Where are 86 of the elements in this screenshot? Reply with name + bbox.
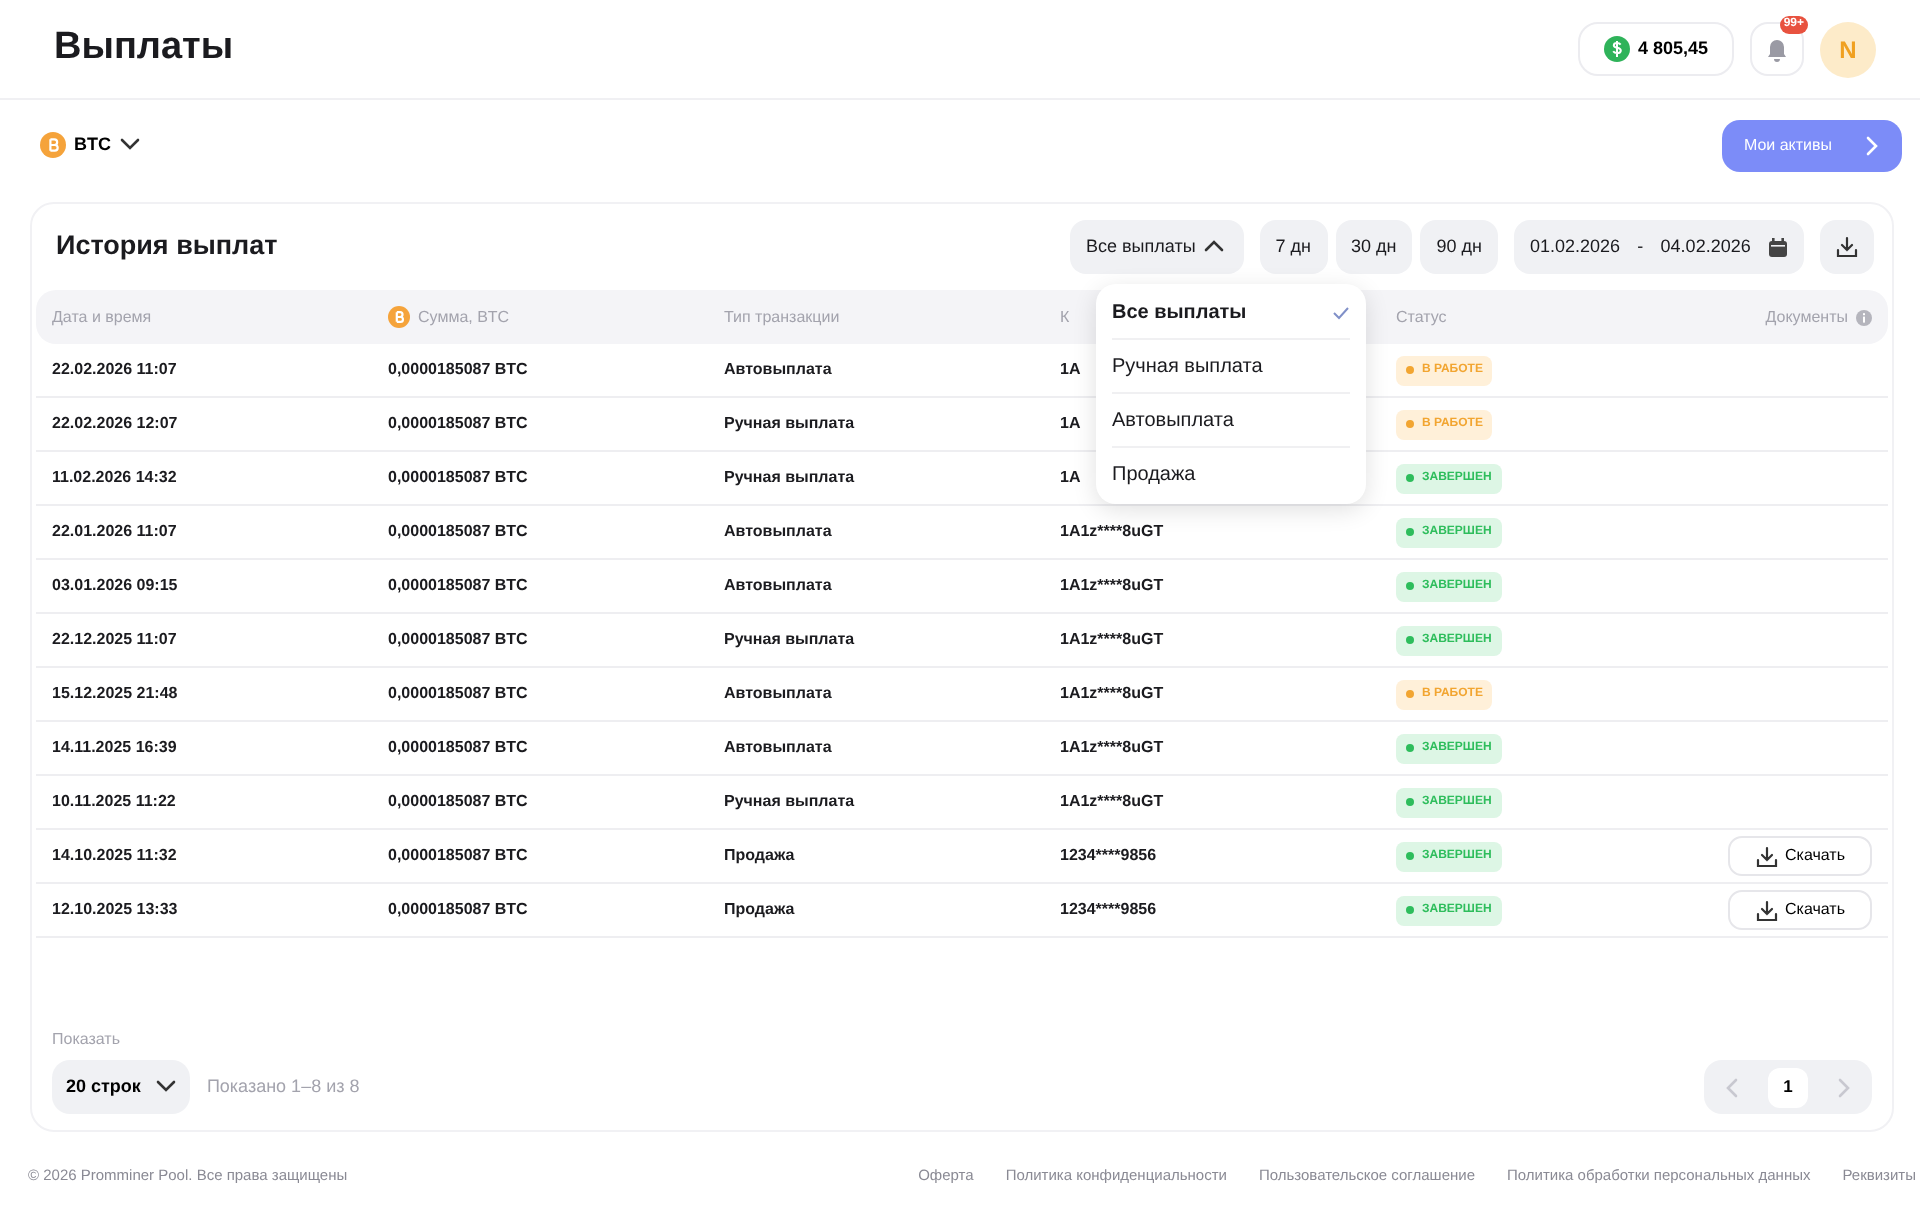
column-header: Тип транзакции xyxy=(724,305,840,329)
chevron-down-icon xyxy=(156,1077,177,1097)
table-cell: 0,0000185087 BTC xyxy=(388,522,528,540)
bitcoin-icon xyxy=(388,306,410,328)
table-cell: Автовыплата xyxy=(724,684,832,702)
currency-select[interactable]: BTC xyxy=(40,131,139,159)
column-header: К xyxy=(1060,305,1070,329)
column-header: Статус xyxy=(1396,305,1447,329)
calendar-icon xyxy=(1767,237,1788,257)
table-cell: 15.12.2025 21:48 xyxy=(52,684,178,702)
balance-button[interactable]: 4 805,45 xyxy=(1577,22,1734,76)
table-cell: 1A1z****8uGT xyxy=(1060,738,1164,756)
section-title: История выплат xyxy=(56,228,278,265)
period-button[interactable]: 7 дн xyxy=(1259,220,1328,274)
bell-icon xyxy=(1766,37,1788,61)
table-cell: Автовыплата xyxy=(724,738,832,756)
rows-summary: Показано 1–8 из 8 xyxy=(206,1073,360,1100)
period-button[interactable]: 90 дн xyxy=(1420,220,1498,274)
rows-select[interactable]: 20 строк xyxy=(52,1060,191,1114)
table-cell: Автовыплата xyxy=(724,576,832,594)
table-cell: 22.01.2026 11:07 xyxy=(52,522,177,540)
table-cell: Ручная выплата xyxy=(724,468,855,486)
table-cell: Автовыплата xyxy=(724,522,832,540)
table-cell: 11.02.2026 14:32 xyxy=(52,468,177,486)
chevron-right-icon xyxy=(1864,135,1881,155)
table-cell: 0,0000185087 BTC xyxy=(388,738,528,756)
table-cell: Ручная выплата xyxy=(724,414,855,432)
column-header: Дата и время xyxy=(52,305,152,329)
period-button[interactable]: 30 дн xyxy=(1335,220,1413,274)
bitcoin-icon xyxy=(40,132,66,158)
table-cell: 22.12.2025 11:07 xyxy=(52,630,177,648)
dropdown-item[interactable]: Продажа xyxy=(1112,448,1350,502)
table-cell: 1234****9856 xyxy=(1060,900,1157,918)
table-cell: 22.02.2026 11:07 xyxy=(52,360,177,378)
table-cell: 22.02.2026 12:07 xyxy=(52,414,178,432)
filter-dropdown[interactable]: Все выплаты xyxy=(1070,220,1244,274)
page-button[interactable]: 1 xyxy=(1768,1067,1808,1107)
dropdown-item[interactable]: Все выплаты xyxy=(1112,286,1350,340)
column-header: Сумма, BTC xyxy=(418,305,510,329)
info-icon xyxy=(1856,309,1872,325)
table-cell: 0,0000185087 BTC xyxy=(388,360,528,378)
check-icon xyxy=(1332,305,1350,319)
chevron-left-icon xyxy=(1724,1077,1740,1097)
dropdown-item[interactable]: Ручная выплата xyxy=(1112,340,1350,394)
table-cell: Ручная выплата xyxy=(724,630,855,648)
table-cell: 1A1z****8uGT xyxy=(1060,576,1164,594)
download-icon xyxy=(1755,899,1777,921)
table-cell: 1A xyxy=(1060,468,1081,486)
table-cell: 0,0000185087 BTC xyxy=(388,414,528,432)
table-cell: Продажа xyxy=(724,846,795,864)
download-button[interactable]: Скачать xyxy=(1728,890,1872,930)
table-cell: 12.10.2025 13:33 xyxy=(52,900,178,918)
download-button[interactable]: Скачать xyxy=(1728,836,1872,876)
table-cell: 0,0000185087 BTC xyxy=(388,846,528,864)
dollar-icon xyxy=(1603,36,1630,62)
chevron-down-icon xyxy=(119,135,139,155)
table-cell: 1A1z****8uGT xyxy=(1060,630,1164,648)
table-cell: 1A1z****8uGT xyxy=(1060,522,1164,540)
table-cell: Ручная выплата xyxy=(724,792,855,810)
table-cell: 0,0000185087 BTC xyxy=(388,630,528,648)
table-cell: 1A xyxy=(1060,414,1081,432)
table-cell: 10.11.2025 11:22 xyxy=(52,792,176,810)
table-cell: 03.01.2026 09:15 xyxy=(52,576,178,594)
chevron-right-icon xyxy=(1836,1077,1852,1097)
download-icon xyxy=(1755,845,1777,867)
table-cell: 0,0000185087 BTC xyxy=(388,900,528,918)
dropdown-item[interactable]: Автовыплата xyxy=(1112,394,1350,448)
table-cell: 1A1z****8uGT xyxy=(1060,684,1164,702)
table-cell: 0,0000185087 BTC xyxy=(388,576,528,594)
table-cell: 0,0000185087 BTC xyxy=(388,468,528,486)
table-cell: 14.10.2025 11:32 xyxy=(52,846,177,864)
download-icon xyxy=(1836,236,1858,258)
table-cell: 1A xyxy=(1060,360,1081,378)
chevron-up-icon xyxy=(1203,237,1224,257)
field-label: Показать xyxy=(52,1028,123,1052)
table-cell: 0,0000185087 BTC xyxy=(388,684,528,702)
table-cell: Продажа xyxy=(724,900,795,918)
table-cell: 14.11.2025 16:39 xyxy=(52,738,177,756)
table-cell: 1234****9856 xyxy=(1060,846,1157,864)
date-range-field[interactable]: 01.02.2026 - 04.02.2026 xyxy=(1514,220,1804,274)
table-cell: 1A1z****8uGT xyxy=(1060,792,1164,810)
table-cell: 0,0000185087 BTC xyxy=(388,792,528,810)
table-cell: Автовыплата xyxy=(724,360,832,378)
page-title: Выплаты xyxy=(54,24,234,73)
column-header: Документы xyxy=(1765,305,1848,329)
export-button[interactable] xyxy=(1820,220,1874,274)
